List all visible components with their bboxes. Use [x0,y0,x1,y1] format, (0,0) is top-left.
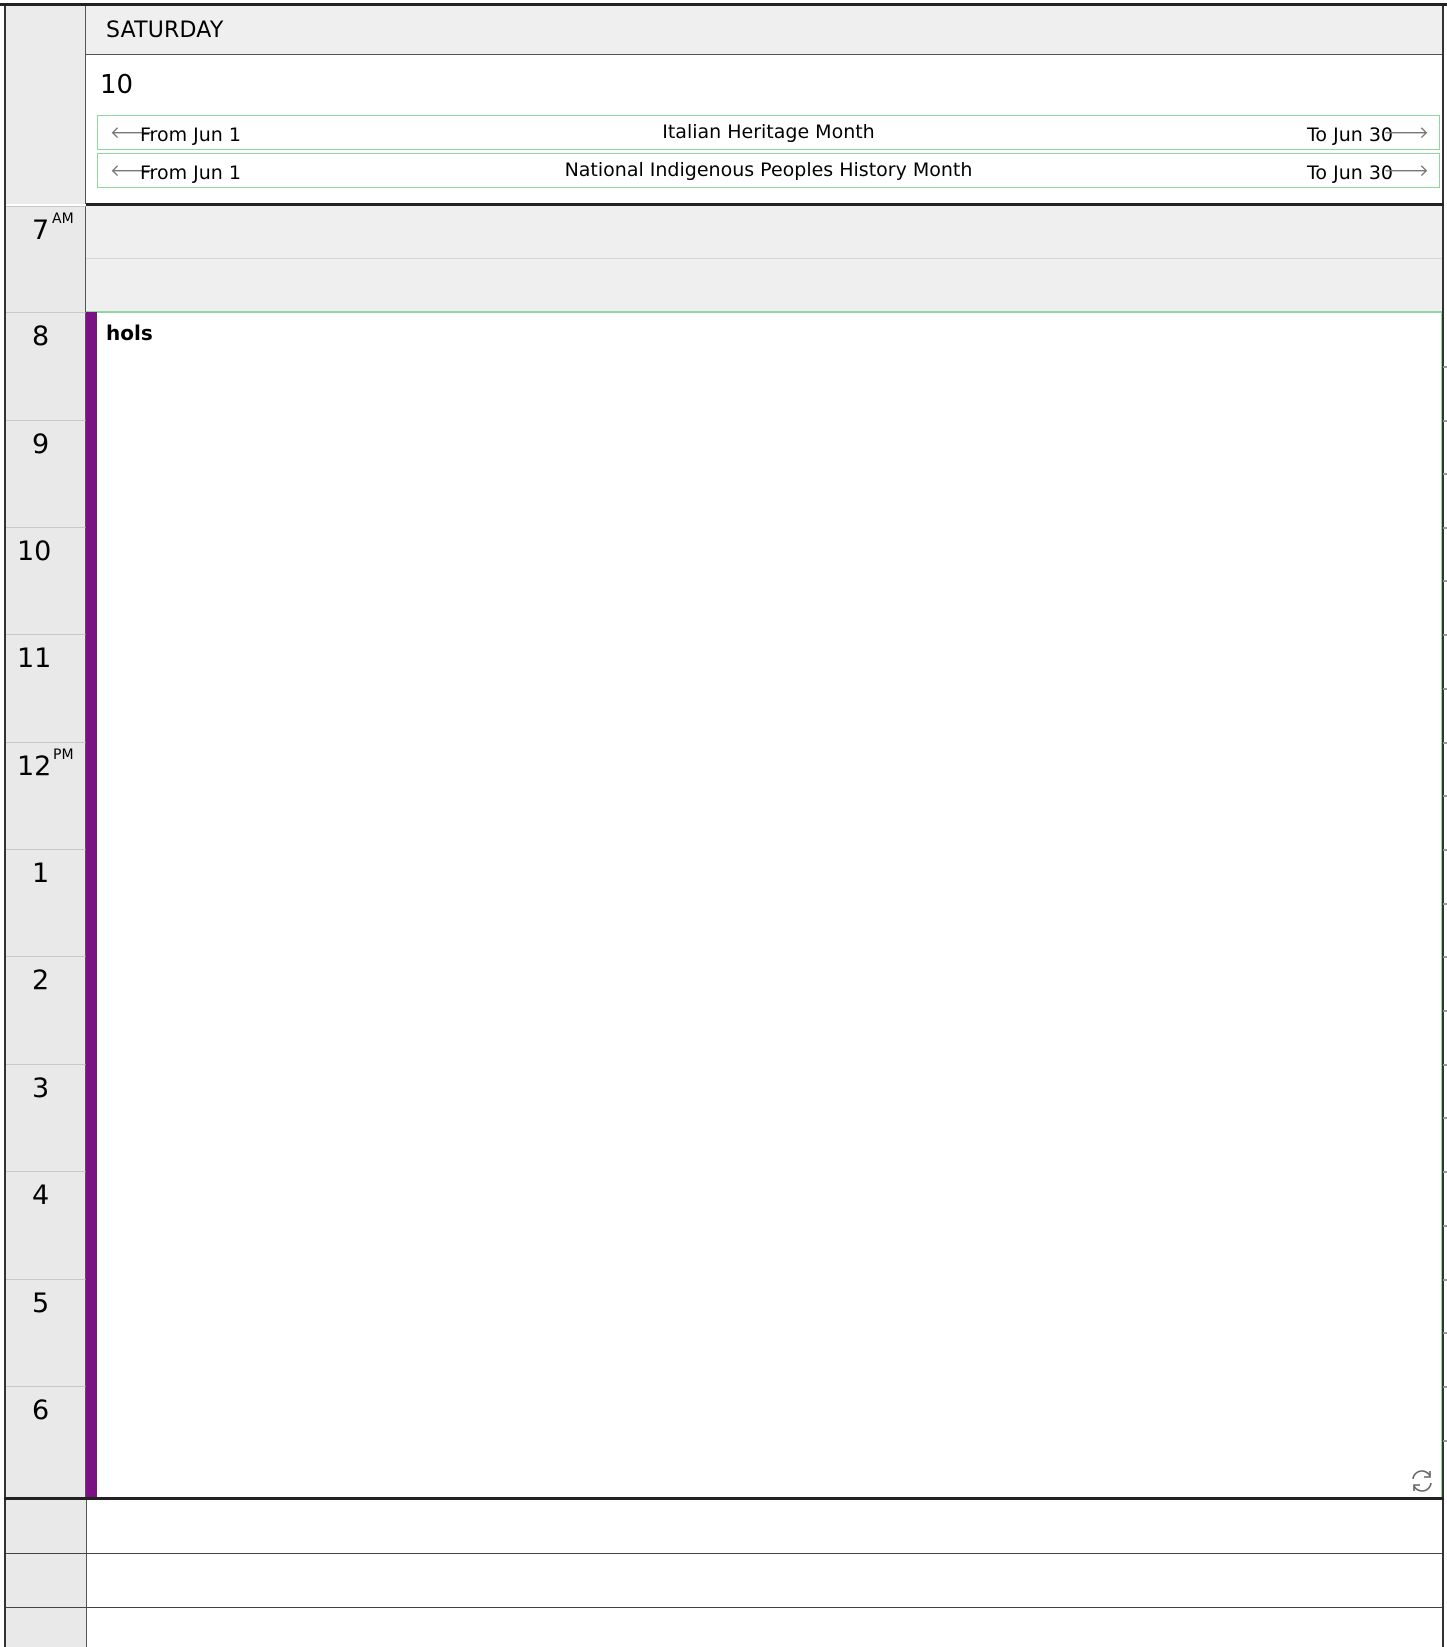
hour-label: 3 [32,1073,50,1104]
slot-tick [1443,473,1447,475]
hour-label: 7 [32,215,50,246]
time-gutter-header [4,6,86,204]
slot-tick [1443,1225,1447,1227]
hour-label: 1 [32,858,50,889]
event-end-label: To Jun 30 [1307,162,1393,184]
slot-tick [1443,956,1447,958]
slot-tick [1443,1440,1447,1442]
hour-row-1: 1 [6,849,86,957]
time-slot[interactable] [6,1608,1442,1647]
calendar-event[interactable] [86,312,1442,1498]
all-day-event[interactable]: 🡐 From Jun 1 National Indigenous Peoples… [97,153,1440,188]
slot-tick [1443,903,1447,905]
hour-label: 6 [32,1395,50,1426]
hour-label: 11 [17,643,52,674]
hour-label: 5 [32,1288,50,1319]
slot-tick [1443,1064,1447,1066]
event-end-label: To Jun 30 [1307,124,1393,146]
hour-label: 2 [32,965,50,996]
hour-label: 10 [17,536,52,567]
slot-tick [1443,1010,1447,1012]
hour-label: 4 [32,1180,50,1211]
hour-row-12pm: 12 PM [6,742,86,850]
event-title: hols [106,321,153,345]
slot-tick [1443,688,1447,690]
hour-row-3: 3 [6,1064,86,1172]
hour-row-4: 4 [6,1171,86,1279]
hour-row-9: 9 [6,420,86,528]
hour-label: 12 [17,751,52,782]
slot-tick [1443,634,1447,636]
slot-tick [1443,580,1447,582]
arrow-right-icon: 🡒 [1383,161,1429,181]
slot-tick [1443,795,1447,797]
slot-tick [1443,742,1447,744]
event-color-bar [86,312,97,1498]
slot-tick [1443,1332,1447,1334]
slot-tick [1443,366,1447,368]
hour-row-8: 8 [6,312,86,420]
time-slot[interactable] [6,1500,1442,1554]
slot-tick [1443,1117,1447,1119]
right-border [1442,6,1444,1647]
hour-row-6: 6 [6,1386,86,1497]
slot-tick [1443,1279,1447,1281]
hour-row-11: 11 [6,634,86,742]
event-title: Italian Heritage Month [662,121,875,143]
day-header[interactable] [86,6,1442,55]
time-slot[interactable] [86,259,1442,312]
hour-label: 8 [32,321,50,352]
ampm-label: PM [53,747,74,763]
day-name: SATURDAY [106,18,224,43]
hour-row-10: 10 [6,527,86,635]
sync-icon [1412,1470,1432,1492]
event-title: National Indigenous Peoples History Mont… [564,159,973,181]
ampm-label: AM [52,211,74,227]
slot-tick [1443,1386,1447,1388]
arrow-right-icon: 🡒 [1383,123,1429,143]
time-slot[interactable] [6,1554,1442,1608]
slot-tick [1443,420,1447,422]
hour-row-2: 2 [6,956,86,1064]
all-day-event[interactable]: 🡐 From Jun 1 Italian Heritage Month To J… [97,115,1440,150]
slot-tick [1443,849,1447,851]
day-number[interactable]: 10 [100,70,133,100]
hour-row-5: 5 [6,1279,86,1387]
slot-tick [1443,1171,1447,1173]
hour-row-7am: 7 AM [6,206,86,314]
time-slot[interactable] [86,206,1442,259]
slot-tick [1443,527,1447,529]
hour-label: 9 [32,429,50,460]
